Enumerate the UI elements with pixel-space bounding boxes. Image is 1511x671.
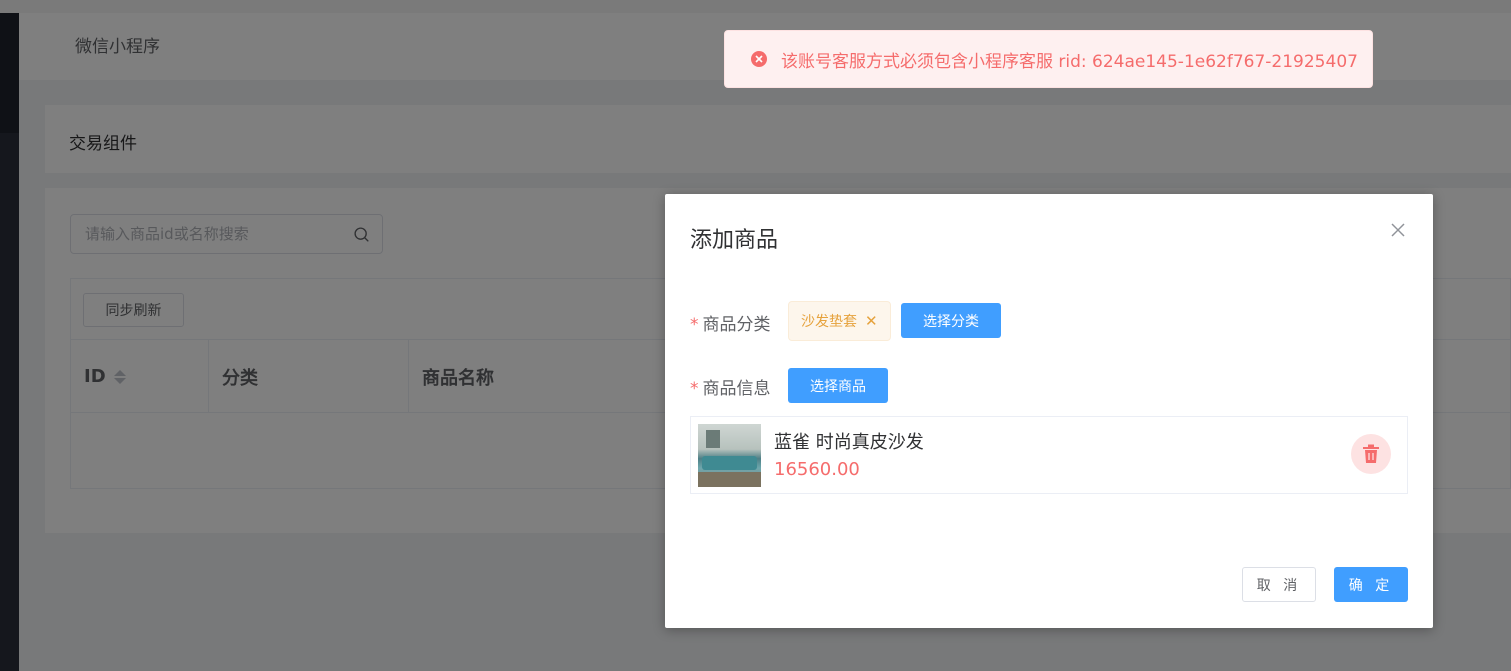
category-tag-label: 沙发垫套 — [801, 314, 857, 330]
category-tag: 沙发垫套 ✕ — [788, 301, 891, 341]
required-asterisk: * — [690, 315, 699, 335]
trash-icon — [1363, 444, 1379, 463]
error-message-toast: 该账号客服方式必须包含小程序客服 rid: 624ae145-1e62f767-… — [724, 30, 1373, 88]
required-asterisk: * — [690, 379, 699, 399]
product-thumbnail — [698, 424, 761, 487]
select-category-button[interactable]: 选择分类 — [901, 303, 1001, 338]
product-field-label: * 商品信息 — [690, 374, 771, 399]
dialog-title: 添加商品 — [690, 228, 779, 253]
selected-product-card: 蓝雀 时尚真皮沙发 16560.00 — [690, 416, 1408, 494]
tag-close-icon[interactable]: ✕ — [865, 312, 878, 330]
close-icon[interactable] — [1389, 221, 1407, 239]
confirm-button[interactable]: 确 定 — [1334, 567, 1408, 602]
delete-product-button[interactable] — [1351, 434, 1391, 474]
error-message-text: 该账号客服方式必须包含小程序客服 rid: 624ae145-1e62f767-… — [781, 51, 1358, 72]
category-label-text: 商品分类 — [702, 315, 771, 335]
product-label-text: 商品信息 — [702, 379, 771, 399]
product-name: 蓝雀 时尚真皮沙发 — [774, 432, 924, 453]
cancel-button[interactable]: 取 消 — [1242, 567, 1316, 602]
select-product-button[interactable]: 选择商品 — [788, 368, 888, 403]
error-circle-icon — [751, 51, 767, 67]
add-product-dialog: 添加商品 * 商品分类 沙发垫套 ✕ 选择分类 * 商品信息 选择商品 蓝雀 时尚真… — [665, 194, 1433, 628]
product-price: 16560.00 — [774, 459, 860, 480]
category-field-label: * 商品分类 — [690, 310, 771, 335]
